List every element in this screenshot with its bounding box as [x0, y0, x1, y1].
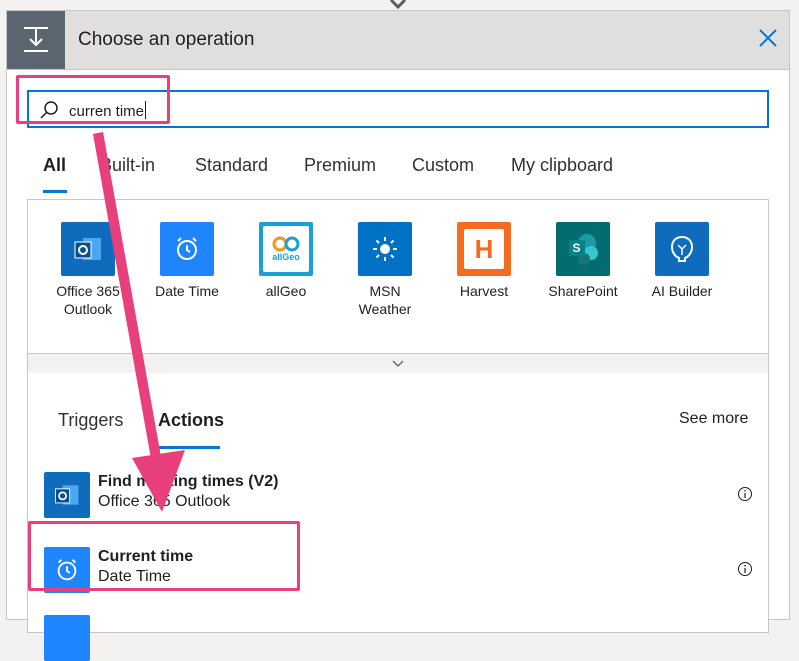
action-row-partial[interactable]: [28, 611, 768, 661]
connector-sharepoint[interactable]: S SharePoint: [538, 222, 628, 300]
connector-allgeo[interactable]: allGeo allGeo: [241, 222, 331, 300]
tab-built-in[interactable]: Built-in: [100, 155, 155, 176]
operation-icon: [7, 11, 65, 69]
alarm-clock-icon: [160, 222, 214, 276]
active-tab-indicator: [43, 190, 67, 193]
connector-office365-outlook[interactable]: Office 365 Outlook: [43, 222, 133, 318]
expand-connectors-button[interactable]: [27, 353, 769, 375]
tab-my-clipboard[interactable]: My clipboard: [511, 155, 613, 176]
sharepoint-icon: S: [556, 222, 610, 276]
harvest-h-icon: H: [457, 222, 511, 276]
tab-custom[interactable]: Custom: [412, 155, 474, 176]
action-title: Find meeting times (V2): [98, 473, 279, 490]
connector-label: SharePoint: [548, 283, 618, 299]
sharepoint-logo-text: S: [572, 241, 581, 255]
info-icon[interactable]: [737, 486, 753, 502]
tab-premium[interactable]: Premium: [304, 155, 376, 176]
ai-builder-icon: [655, 222, 709, 276]
action-row-find-meeting-times[interactable]: Find meeting times (V2) Office 365 Outlo…: [28, 464, 768, 524]
tab-actions[interactable]: Actions: [158, 410, 224, 431]
harvest-logo-text: H: [474, 233, 494, 264]
allgeo-icon: allGeo: [259, 222, 313, 276]
action-connector: Office 365 Outlook: [98, 493, 231, 510]
connector-label: allGeo: [265, 283, 307, 299]
connector-label: Date Time: [155, 283, 219, 299]
connector-label: MSN Weather: [358, 283, 412, 317]
outlook-icon: [61, 222, 115, 276]
active-subtab-indicator: [157, 446, 220, 449]
panel-title: Choose an operation: [78, 29, 255, 50]
connector-grid: Office 365 Outlook Date Time allGeo allG…: [27, 199, 769, 355]
sun-icon: [358, 222, 412, 276]
operations-list: Triggers Actions See more Find meeting t…: [27, 373, 769, 661]
search-highlight-box: [16, 75, 170, 124]
connector-date-time[interactable]: Date Time: [142, 222, 232, 300]
connector-label: Harvest: [459, 283, 509, 299]
panel-header: Choose an operation: [7, 11, 789, 70]
connector-harvest[interactable]: H Harvest: [439, 222, 529, 300]
outlook-icon: [44, 472, 90, 518]
tab-all[interactable]: All: [43, 155, 66, 176]
see-more-link[interactable]: See more: [679, 410, 748, 428]
info-icon[interactable]: [737, 561, 753, 577]
chevron-down-icon: [392, 360, 404, 367]
close-icon[interactable]: [757, 27, 779, 49]
alarm-clock-icon: [44, 615, 90, 661]
connector-label: AI Builder: [651, 283, 713, 299]
connector-label: Office 365 Outlook: [56, 283, 120, 317]
connector-ai-builder[interactable]: AI Builder: [637, 222, 727, 300]
connector-msn-weather[interactable]: MSN Weather: [340, 222, 430, 318]
tab-standard[interactable]: Standard: [195, 155, 268, 176]
tab-triggers[interactable]: Triggers: [58, 410, 123, 431]
flow-connector-arrow-icon: [389, 0, 407, 10]
allgeo-logo-text: allGeo: [272, 252, 300, 262]
current-time-highlight-box: [28, 521, 300, 591]
